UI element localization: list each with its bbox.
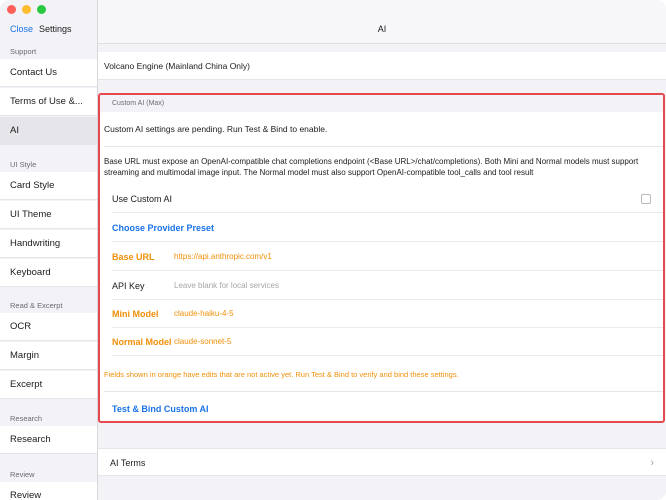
sidebar-title: Settings xyxy=(39,24,72,34)
use-custom-ai-label: Use Custom AI xyxy=(112,193,173,204)
sidebar: Close Settings Support Contact Us Terms … xyxy=(0,0,98,500)
sidebar-item-research[interactable]: Research xyxy=(0,426,97,454)
section-label-review: Review xyxy=(10,470,35,479)
close-window-icon[interactable] xyxy=(7,5,16,14)
custom-ai-header: Custom AI (Max) xyxy=(100,95,663,112)
pending-message: Custom AI settings are pending. Run Test… xyxy=(104,124,328,134)
sidebar-item-handwriting[interactable]: Handwriting xyxy=(0,230,97,258)
normal-model-input[interactable]: claude-sonnet-5 xyxy=(174,337,231,346)
api-key-input[interactable]: Leave blank for local services xyxy=(174,281,279,290)
mini-model-row: Mini Model claude-haiku-4-5 xyxy=(112,300,663,328)
sidebar-item-margin[interactable]: Margin xyxy=(0,342,97,370)
divider xyxy=(104,391,663,392)
section-label-ui-style: UI Style xyxy=(10,160,37,169)
section-label-read-excerpt: Read & Excerpt xyxy=(10,301,63,310)
normal-model-row: Normal Model claude-sonnet-5 xyxy=(112,328,663,356)
ai-terms-label: AI Terms xyxy=(110,458,146,468)
requirements-description: Base URL must expose an OpenAI-compatibl… xyxy=(104,157,639,177)
mini-model-input[interactable]: claude-haiku-4-5 xyxy=(174,309,234,318)
sidebar-item-keyboard[interactable]: Keyboard xyxy=(0,259,97,287)
sidebar-item-terms-of-use[interactable]: Terms of Use &... xyxy=(0,88,97,116)
base-url-row: Base URL https://api.anthropic.com/v1 xyxy=(112,243,663,271)
main-panel: AI Volcano Engine (Mainland China Only) … xyxy=(98,0,666,500)
api-key-row: API Key Leave blank for local services xyxy=(112,272,663,300)
divider xyxy=(104,146,663,147)
test-bind-custom-ai-button[interactable]: Test & Bind Custom AI xyxy=(112,404,209,414)
sidebar-item-ui-theme[interactable]: UI Theme xyxy=(0,201,97,229)
choose-provider-preset-button[interactable]: Choose Provider Preset xyxy=(112,223,214,233)
top-bar: AI xyxy=(98,0,666,44)
base-url-label: Base URL xyxy=(112,251,155,262)
sidebar-item-review[interactable]: Review xyxy=(0,482,97,500)
sidebar-item-card-style[interactable]: Card Style xyxy=(0,172,97,200)
page-title: AI xyxy=(377,24,387,34)
sidebar-item-ai[interactable]: AI xyxy=(0,117,97,145)
chevron-right-icon: › xyxy=(650,457,654,469)
zoom-window-icon[interactable] xyxy=(37,5,46,14)
sidebar-item-ocr[interactable]: OCR xyxy=(0,313,97,341)
window-controls xyxy=(7,5,46,14)
normal-model-label: Normal Model xyxy=(112,336,172,347)
volcano-engine-row[interactable]: Volcano Engine (Mainland China Only) xyxy=(98,52,666,80)
sidebar-item-excerpt[interactable]: Excerpt xyxy=(0,371,97,399)
sidebar-header: Close Settings xyxy=(10,24,72,34)
provider-preset-row[interactable]: Choose Provider Preset xyxy=(112,214,663,242)
settings-window: Close Settings Support Contact Us Terms … xyxy=(0,0,666,500)
close-button[interactable]: Close xyxy=(10,24,33,34)
use-custom-ai-checkbox[interactable] xyxy=(641,194,651,204)
test-bind-row[interactable]: Test & Bind Custom AI xyxy=(112,395,663,421)
section-label-research: Research xyxy=(10,414,43,423)
pending-edits-note: Fields shown in orange have edits that a… xyxy=(104,370,459,379)
sidebar-item-contact-us[interactable]: Contact Us xyxy=(0,59,97,87)
minimize-window-icon[interactable] xyxy=(22,5,31,14)
ai-terms-row[interactable]: AI Terms › xyxy=(98,448,666,476)
mini-model-label: Mini Model xyxy=(112,308,159,319)
custom-ai-section: Custom AI (Max) Custom AI settings are p… xyxy=(98,93,665,423)
api-key-label: API Key xyxy=(112,280,145,291)
section-label-support: Support xyxy=(10,47,37,56)
base-url-input[interactable]: https://api.anthropic.com/v1 xyxy=(174,252,272,261)
use-custom-ai-row[interactable]: Use Custom AI xyxy=(112,185,663,213)
